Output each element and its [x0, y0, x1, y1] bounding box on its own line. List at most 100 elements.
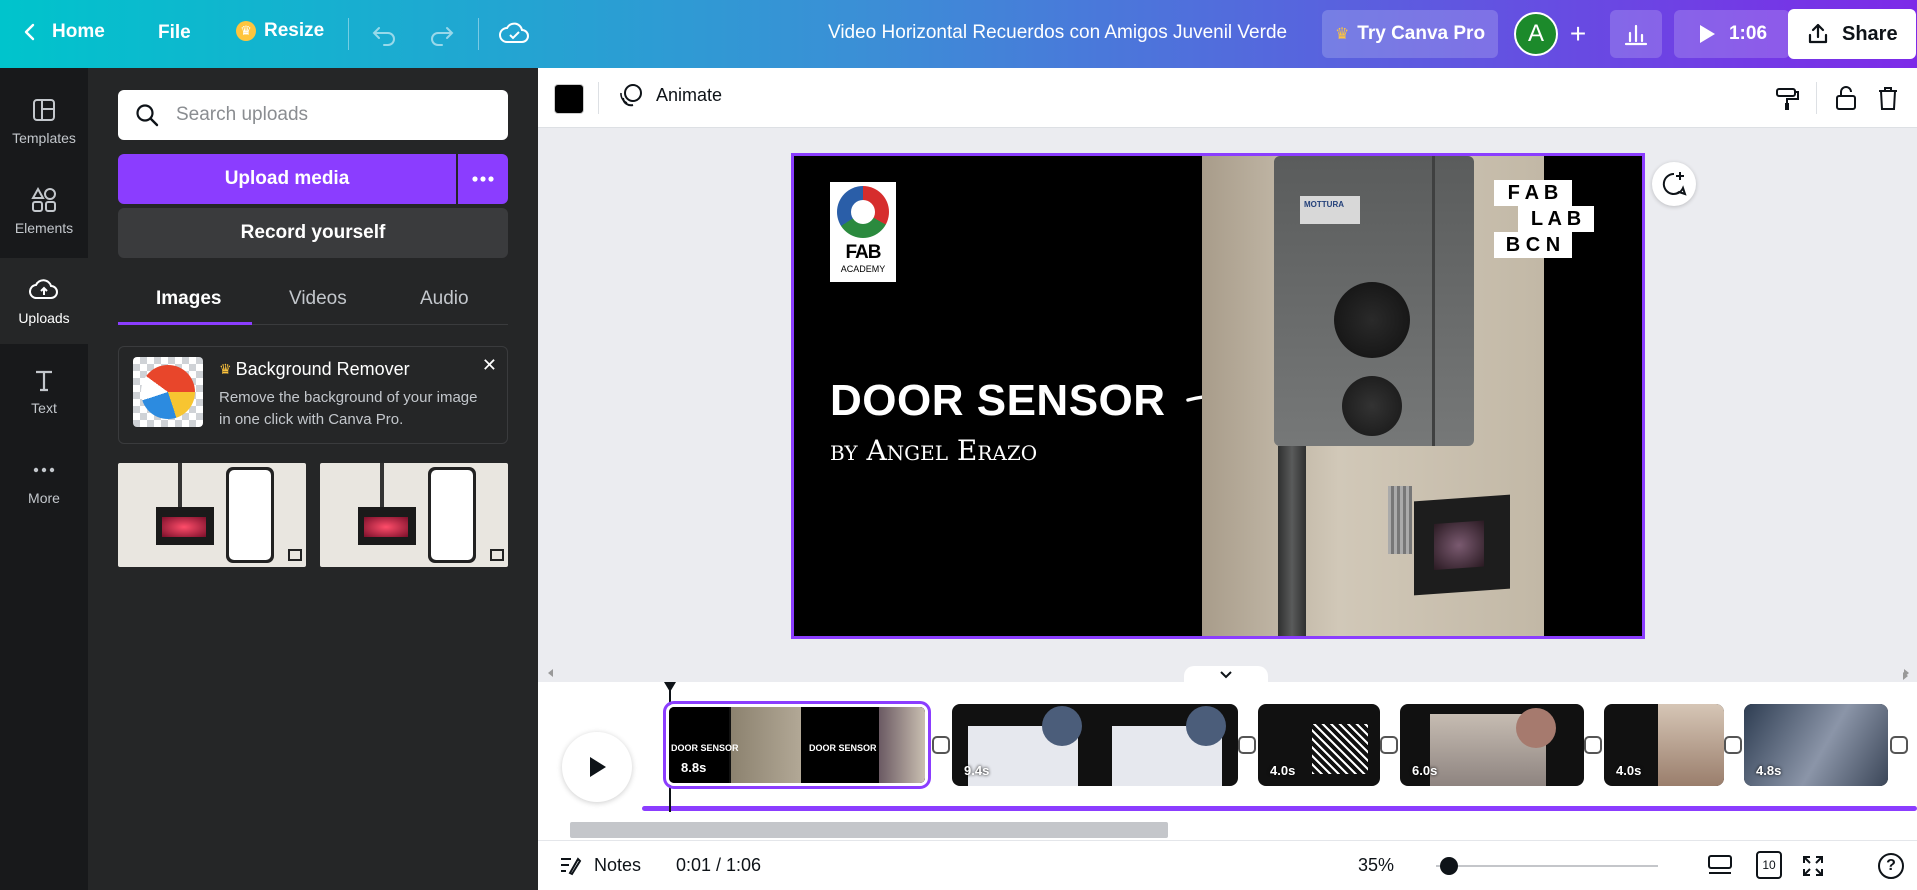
more-horizontal-icon: [472, 176, 494, 182]
timeline-clip[interactable]: 6.0s: [1400, 704, 1584, 786]
play-icon: [1699, 25, 1715, 43]
zoom-level[interactable]: 35%: [1358, 855, 1394, 876]
timeline-clip[interactable]: 4.0s: [1258, 704, 1380, 786]
notes-button[interactable]: Notes: [558, 853, 641, 877]
share-button[interactable]: Share: [1788, 9, 1916, 59]
search-input[interactable]: Search uploads: [176, 104, 308, 126]
rail-label: Text: [31, 400, 57, 416]
help-icon[interactable]: ?: [1878, 853, 1904, 879]
templates-icon: [33, 99, 55, 121]
timeline-clip[interactable]: 4.0s: [1604, 704, 1724, 786]
cloud-saved-icon[interactable]: [498, 18, 530, 48]
timeline-scroll-thumb[interactable]: [570, 822, 1168, 838]
timeline-clip[interactable]: 9.4s: [952, 704, 1238, 786]
transition-icon[interactable]: [1890, 736, 1908, 754]
divider: [348, 18, 349, 50]
device-screen: [364, 517, 408, 537]
zoom-slider-handle[interactable]: [1440, 857, 1458, 875]
slide-title[interactable]: DOOR SENSOR: [830, 376, 1166, 426]
grid-view-icon[interactable]: [1706, 853, 1734, 879]
crown-icon: ♛: [1334, 26, 1350, 43]
lock-knob: [1334, 282, 1410, 358]
active-tab-indicator: [118, 322, 252, 325]
sensor-lens: [1434, 520, 1484, 570]
resize-label: Resize: [264, 20, 325, 41]
record-yourself-button[interactable]: Record yourself: [118, 208, 508, 258]
play-duration: 1:06: [1728, 23, 1768, 44]
heat-sink: [1388, 486, 1412, 554]
rail-item-text[interactable]: Text: [0, 348, 88, 434]
upload-thumbnail[interactable]: [118, 463, 306, 567]
uploads-icon: [29, 279, 58, 299]
rail-item-uploads[interactable]: Uploads: [0, 258, 88, 344]
upload-options-button[interactable]: [458, 154, 508, 204]
timeline-progress[interactable]: [642, 806, 1917, 811]
home-button[interactable]: Home: [22, 20, 105, 44]
clip-duration: 4.0s: [1616, 763, 1642, 778]
add-collaborator-icon[interactable]: +: [1562, 18, 1594, 50]
timeline-collapse-tab[interactable]: [1184, 666, 1268, 684]
slide-byline[interactable]: by Angel Erazo: [830, 434, 1037, 467]
transition-icon[interactable]: [1238, 736, 1256, 754]
animate-button[interactable]: Animate: [618, 82, 722, 108]
notes-label: Notes: [594, 854, 642, 875]
tab-images[interactable]: Images: [156, 288, 221, 310]
rail-item-elements[interactable]: Elements: [0, 168, 88, 254]
clip-duration: 8.8s: [681, 760, 707, 775]
clip-frame-avatar: [1186, 706, 1226, 746]
phone-screen: [431, 470, 473, 560]
color-swatch[interactable]: [554, 84, 584, 114]
try-canva-pro-button[interactable]: ♛ Try Canva Pro: [1322, 10, 1498, 58]
transition-icon[interactable]: [1584, 736, 1602, 754]
zoom-slider[interactable]: [1436, 857, 1658, 875]
search-uploads-field[interactable]: Search uploads: [118, 90, 508, 140]
background-remover-promo[interactable]: ♛ Background Remover Remove the backgrou…: [118, 346, 508, 444]
door-photo[interactable]: MOTTURA: [1202, 156, 1544, 636]
chevron-down-icon: [1220, 671, 1232, 679]
upload-thumbnail[interactable]: [320, 463, 508, 567]
paint-format-icon[interactable]: [1774, 86, 1800, 112]
avatar[interactable]: A: [1514, 12, 1558, 56]
device-box: [156, 507, 214, 545]
tab-videos[interactable]: Videos: [289, 288, 347, 310]
upload-media-button[interactable]: Upload media: [118, 154, 456, 204]
undo-icon[interactable]: [370, 20, 398, 48]
page-count[interactable]: 10: [1756, 851, 1782, 879]
video-badge-icon: [490, 549, 504, 561]
timeline-clip[interactable]: DOOR SENSOR DOOR SENSOR 8.8s: [663, 701, 931, 789]
rail-item-templates[interactable]: Templates: [0, 78, 88, 164]
trash-icon[interactable]: [1876, 84, 1900, 112]
timeline-clip[interactable]: 4.8s: [1744, 704, 1888, 786]
resize-button[interactable]: ♛ Resize: [236, 20, 324, 42]
crown-icon: ♛: [219, 361, 232, 377]
slide-canvas[interactable]: FAB ACADEMY DOOR SENSOR by Angel Erazo M…: [791, 153, 1645, 639]
lock-body: MOTTURA: [1274, 156, 1474, 446]
rail-item-more[interactable]: More: [0, 438, 88, 524]
lock-knob-small: [1342, 376, 1402, 436]
time-indicator: 0:01 / 1:06: [676, 855, 762, 875]
phone: [428, 467, 476, 563]
close-icon[interactable]: ✕: [482, 355, 497, 376]
timeline-play-button[interactable]: [562, 732, 632, 802]
redo-icon[interactable]: [428, 20, 456, 48]
transition-icon[interactable]: [1724, 736, 1742, 754]
transition-icon[interactable]: [1380, 736, 1398, 754]
fullscreen-icon[interactable]: [1800, 853, 1826, 879]
comment-plus-icon: [1662, 172, 1687, 196]
add-comment-button[interactable]: [1652, 162, 1696, 206]
clip-duration: 4.8s: [1756, 763, 1782, 778]
fab-lab-bcn-logo: F A B L A B B C N: [1494, 180, 1594, 260]
present-play-button[interactable]: 1:06: [1674, 10, 1790, 58]
insights-button[interactable]: [1610, 10, 1662, 58]
fablab-line-3: B C N: [1494, 232, 1572, 258]
rail-label: Uploads: [18, 310, 70, 326]
transition-icon[interactable]: [932, 736, 950, 754]
promo-title-row: ♛ Background Remover: [219, 359, 410, 380]
crown-icon: ♛: [236, 21, 256, 41]
beach-ball-thumbnail: [133, 357, 203, 427]
share-label: Share: [1842, 22, 1898, 45]
document-title[interactable]: Video Horizontal Recuerdos con Amigos Ju…: [828, 22, 1287, 44]
file-menu[interactable]: File: [158, 22, 191, 44]
lock-icon[interactable]: [1834, 84, 1858, 112]
tab-audio[interactable]: Audio: [420, 288, 469, 310]
